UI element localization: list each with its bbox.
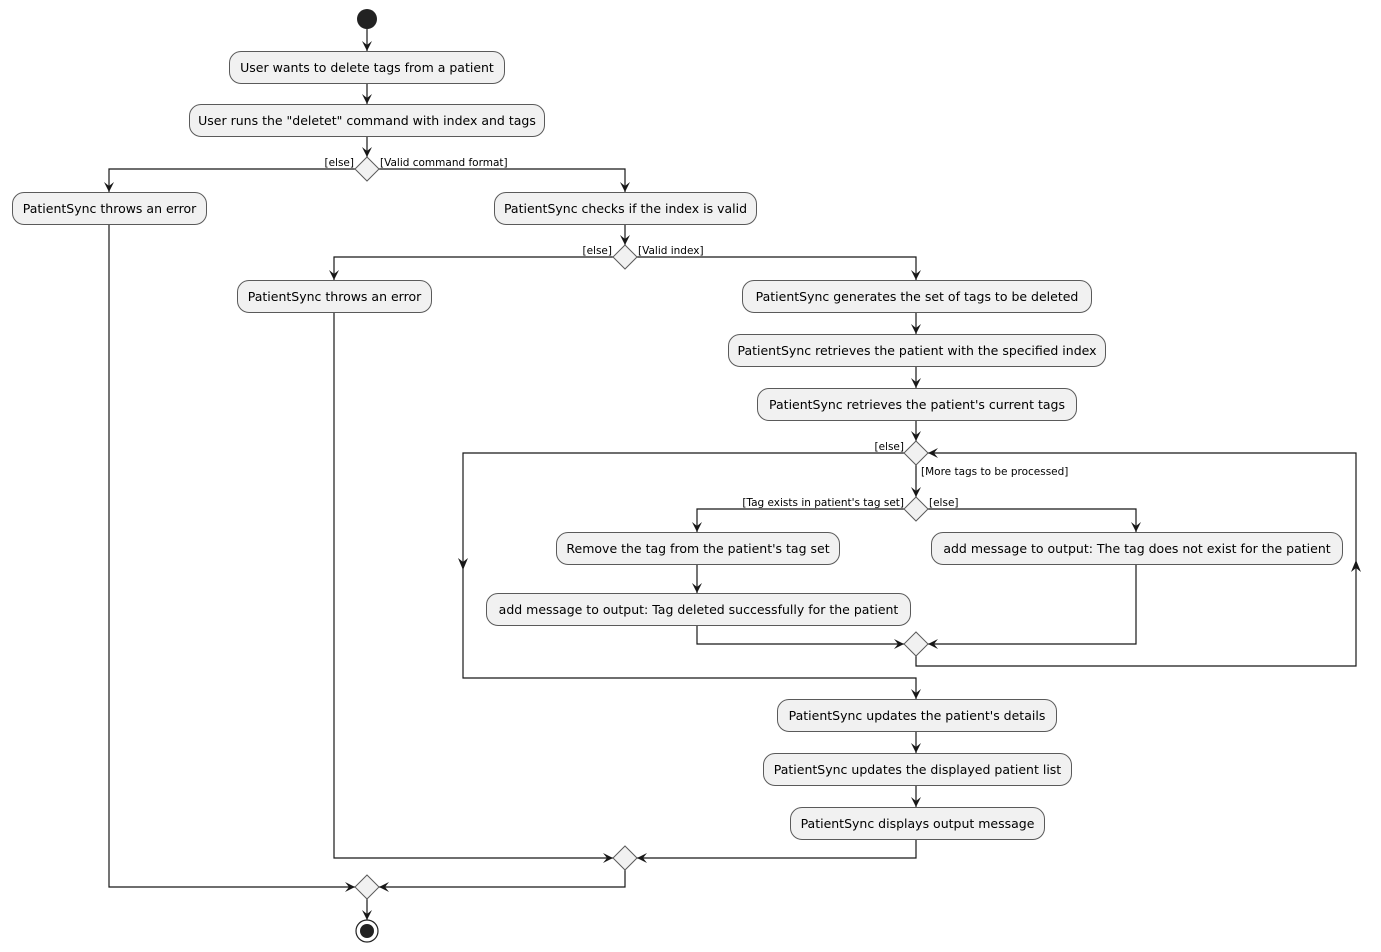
activity-node: PatientSync retrieves the patient's curr…: [757, 388, 1077, 421]
edge-d2-n6: [637, 256, 921, 280]
activity-node: Remove the tag from the patient's tag se…: [556, 532, 840, 565]
start-node: [357, 9, 377, 29]
activity-node: PatientSync updates the displayed patien…: [763, 753, 1072, 786]
activity-node: PatientSync throws an error: [237, 280, 432, 313]
guard-label: [else]: [324, 157, 354, 169]
edge-d3-n9: [692, 508, 904, 532]
decision-loop: [903, 440, 929, 466]
edge-d3-n11: [928, 508, 1141, 532]
activity-node: User wants to delete tags from a patient: [229, 51, 505, 84]
edge-n5-merge2: [333, 312, 613, 863]
guard-label: [More tags to be processed]: [921, 466, 1069, 478]
edge-d1-n3: [104, 168, 355, 192]
activity-node: PatientSync generates the set of tags to…: [742, 280, 1092, 313]
merge-final: [354, 874, 380, 900]
edge-n10-merge: [696, 625, 904, 649]
diagram-edges: [104, 9, 1361, 943]
activity-node: PatientSync throws an error: [12, 192, 207, 225]
decision-index-valid: [612, 244, 638, 270]
activity-diagram: User wants to delete tags from a patient…: [0, 0, 1381, 952]
edge-loop-exit: [462, 452, 921, 699]
guard-label: [Valid index]: [638, 245, 704, 257]
merge-tag: [903, 631, 929, 657]
activity-node: PatientSync retrieves the patient with t…: [728, 334, 1106, 367]
edge-n11-merge: [928, 564, 1137, 649]
activity-node: User runs the "deletet" command with ind…: [189, 104, 545, 137]
activity-node: PatientSync updates the patient's detail…: [777, 699, 1057, 732]
edge-n14-merge2: [637, 839, 917, 863]
guard-label: [else]: [582, 245, 612, 257]
guard-label: [else]: [929, 497, 959, 509]
end-node: [360, 924, 374, 938]
activity-node: PatientSync checks if the index is valid: [494, 192, 757, 225]
guard-label: [Valid command format]: [380, 157, 508, 169]
activity-node: add message to output: The tag does not …: [931, 532, 1343, 565]
activity-node: PatientSync displays output message: [790, 807, 1045, 840]
edge-merge2-merge3: [379, 870, 626, 892]
decision-command-format: [354, 156, 380, 182]
decision-tag-exists: [903, 496, 929, 522]
edge-n3-merge3: [108, 224, 355, 892]
merge-index: [612, 845, 638, 871]
guard-label: [else]: [874, 441, 904, 453]
guard-label: [Tag exists in patient's tag set]: [742, 497, 904, 509]
activity-node: add message to output: Tag deleted succe…: [486, 593, 911, 626]
edge-d1-n4: [379, 168, 630, 192]
edge-d2-n5: [329, 256, 613, 280]
